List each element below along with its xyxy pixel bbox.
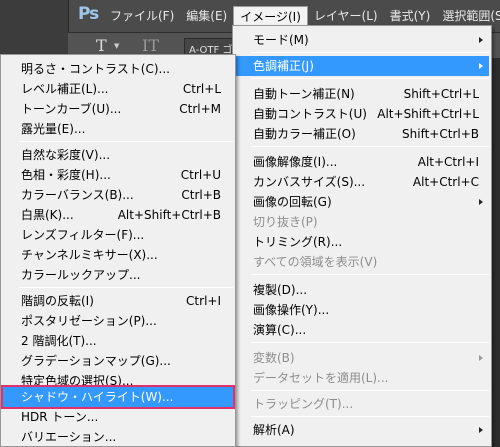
menu-divider bbox=[251, 52, 489, 53]
chevron-right-icon bbox=[479, 63, 483, 69]
image-menu-item-trim[interactable]: トリミング(R)... bbox=[235, 232, 489, 252]
adjust-item-hue-saturation[interactable]: 色相・彩度(H)... Ctrl+U bbox=[3, 165, 233, 185]
adjust-item-shadows-highlights[interactable]: シャドウ・ハイライト(W)... bbox=[3, 387, 233, 407]
image-menu-item-auto-contrast[interactable]: 自動コントラスト(U) Alt+Shift+Ctrl+L bbox=[235, 104, 489, 124]
adjust-item-photo-filter[interactable]: レンズフィルター(F)... bbox=[3, 225, 233, 245]
adjust-item-black-white[interactable]: 白黒(K)... Alt+Shift+Ctrl+B bbox=[3, 205, 233, 225]
image-menu-item-canvas-size[interactable]: カンバスサイズ(S)... Alt+Ctrl+C bbox=[235, 172, 489, 192]
menu-type[interactable]: 書式(Y) bbox=[384, 6, 437, 26]
chevron-right-icon bbox=[479, 199, 483, 205]
chevron-right-icon bbox=[479, 427, 483, 433]
adjust-item-variations[interactable]: バリエーション... bbox=[3, 427, 233, 447]
menu-divider bbox=[251, 78, 489, 79]
menu-edit[interactable]: 編集(E) bbox=[180, 6, 233, 26]
image-menu-item-auto-color[interactable]: 自動カラー補正(O) Shift+Ctrl+B bbox=[235, 124, 489, 144]
adjust-item-exposure[interactable]: 露光量(E)... bbox=[3, 119, 233, 139]
panel-strip bbox=[491, 58, 500, 447]
image-menu-item-analysis[interactable]: 解析(A) bbox=[235, 420, 489, 440]
adjust-item-levels[interactable]: レベル補正(L)... Ctrl+L bbox=[3, 79, 233, 99]
image-menu-item-apply-data-set[interactable]: データセットを適用(L)... bbox=[235, 368, 489, 388]
image-menu: モード(M) 色調補正(J) 自動トーン補正(N) Shift+Ctrl+L 自… bbox=[232, 25, 492, 447]
image-menu-item-image-rotation[interactable]: 画像の回転(G) bbox=[235, 192, 489, 212]
image-menu-item-crop[interactable]: 切り抜き(P) bbox=[235, 212, 489, 232]
menu-image[interactable]: イメージ(I) bbox=[233, 6, 308, 26]
photoshop-logo: Ps bbox=[78, 4, 99, 24]
menu-divider bbox=[251, 416, 489, 417]
adjust-item-posterize[interactable]: ポスタリゼーション(P)... bbox=[3, 311, 233, 331]
image-menu-item-reveal-all[interactable]: すべての領域を表示(V) bbox=[235, 252, 489, 272]
adjust-item-hdr-toning[interactable]: HDR トーン... bbox=[3, 407, 233, 427]
menu-divider bbox=[251, 146, 489, 147]
menu-divider bbox=[251, 274, 489, 275]
text-orientation-icon[interactable]: IT bbox=[142, 36, 159, 55]
adjust-item-vibrance[interactable]: 自然な彩度(V)... bbox=[3, 145, 233, 165]
image-menu-item-mode[interactable]: モード(M) bbox=[235, 30, 489, 50]
adjust-item-color-balance[interactable]: カラーバランス(B)... Ctrl+B bbox=[3, 185, 233, 205]
image-menu-item-apply-image[interactable]: 画像操作(Y)... bbox=[235, 300, 489, 320]
chevron-right-icon bbox=[479, 37, 483, 43]
adjust-item-invert[interactable]: 階調の反転(I) Ctrl+I bbox=[3, 291, 233, 311]
menu-divider bbox=[19, 141, 233, 142]
horizontal-type-tool-icon[interactable]: T bbox=[96, 36, 107, 55]
image-menu-item-trap[interactable]: トラッピング(T)... bbox=[235, 394, 489, 414]
chevron-down-icon[interactable]: ▼ bbox=[114, 42, 119, 50]
adjust-item-curves[interactable]: トーンカーブ(U)... Ctrl+M bbox=[3, 99, 233, 119]
adjust-item-color-lookup[interactable]: カラールックアップ... bbox=[3, 265, 233, 285]
adjustments-submenu: 明るさ・コントラスト(C)... レベル補正(L)... Ctrl+L トーンカ… bbox=[0, 54, 236, 447]
adjust-item-channel-mixer[interactable]: チャンネルミキサー(X)... bbox=[3, 245, 233, 265]
chevron-right-icon bbox=[479, 355, 483, 361]
image-menu-item-variables[interactable]: 変数(B) bbox=[235, 348, 489, 368]
image-menu-item-calculations[interactable]: 演算(C)... bbox=[235, 320, 489, 340]
menu-select[interactable]: 選択範囲(S) bbox=[436, 6, 500, 26]
menu-file[interactable]: ファイル(F) bbox=[104, 6, 180, 26]
image-menu-item-auto-tone[interactable]: 自動トーン補正(N) Shift+Ctrl+L bbox=[235, 84, 489, 104]
adjust-item-brightness-contrast[interactable]: 明るさ・コントラスト(C)... bbox=[3, 59, 233, 79]
menu-divider bbox=[19, 287, 233, 288]
menu-layer[interactable]: レイヤー(L) bbox=[308, 6, 384, 26]
adjust-item-gradient-map[interactable]: グラデーションマップ(G)... bbox=[3, 351, 233, 371]
adjust-item-threshold[interactable]: 2 階調化(T)... bbox=[3, 331, 233, 351]
image-menu-item-image-size[interactable]: 画像解像度(I)... Alt+Ctrl+I bbox=[235, 152, 489, 172]
image-menu-item-duplicate[interactable]: 複製(D)... bbox=[235, 280, 489, 300]
image-menu-item-adjustments[interactable]: 色調補正(J) bbox=[235, 56, 489, 76]
menu-divider bbox=[251, 342, 489, 343]
menu-divider bbox=[251, 390, 489, 391]
